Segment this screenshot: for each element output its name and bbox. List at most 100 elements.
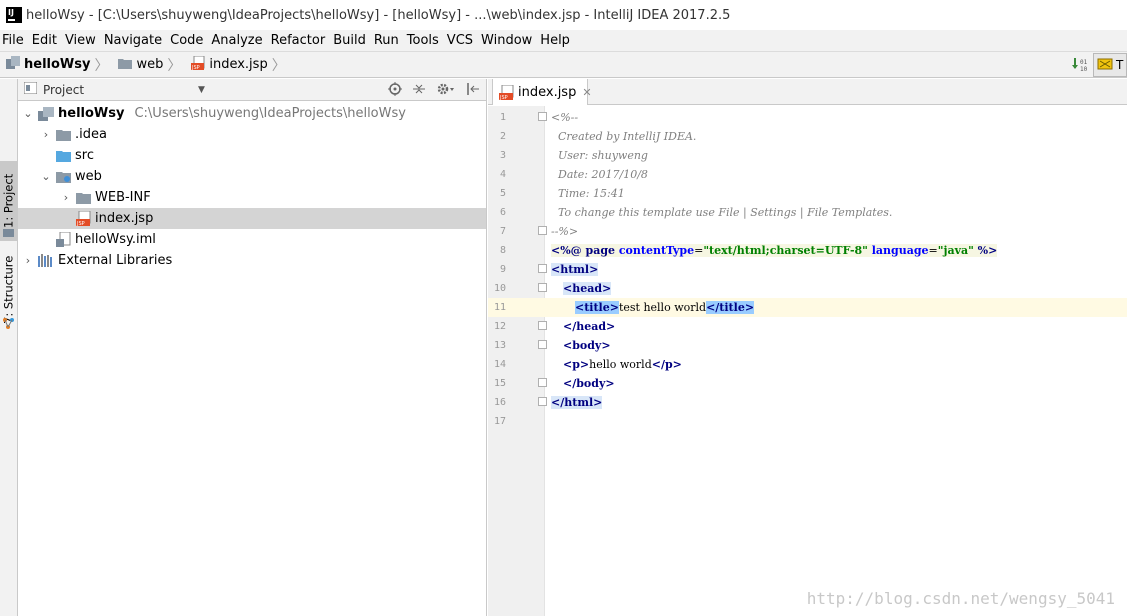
tree-node-label: index.jsp <box>95 211 154 226</box>
text-content: hello world <box>589 358 652 371</box>
collapse-all-icon[interactable] <box>412 82 426 100</box>
tree-node-label: WEB-INF <box>95 190 151 205</box>
structure-tab-icon <box>2 317 15 334</box>
gutter-line: 17 <box>488 412 545 431</box>
code-line-4: Date: 2017/10/8 <box>545 165 1127 184</box>
line-number: 4 <box>499 169 506 180</box>
iml-file-icon <box>56 232 71 247</box>
menu-navigate[interactable]: Navigate <box>101 33 167 48</box>
breadcrumb-web[interactable]: web 〉 <box>112 55 181 75</box>
breadcrumb-module[interactable]: helloWsy 〉 <box>0 55 108 75</box>
menu-edit[interactable]: Edit <box>29 33 62 48</box>
breadcrumb-file[interactable]: JSP index.jsp 〉 <box>185 55 286 75</box>
dropdown-arrow-icon[interactable]: ▼ <box>198 85 205 95</box>
code-line-15: </body> <box>545 374 1127 393</box>
tree-node-web-inf[interactable]: › WEB-INF <box>18 187 486 208</box>
close-icon[interactable]: ✕ <box>582 86 591 99</box>
svg-text:JSP: JSP <box>191 65 200 70</box>
sort-icon[interactable]: 01 10 <box>1071 56 1089 74</box>
hide-panel-icon[interactable] <box>466 82 480 100</box>
line-number: 5 <box>499 188 506 199</box>
code-line-16: </html> <box>545 393 1127 412</box>
project-tool-window: Project ▼ ⌄ helloWsy C:\Users\shuyweng\I… <box>18 79 487 616</box>
svg-text:01: 01 <box>1080 59 1088 66</box>
tree-node-idea[interactable]: › .idea <box>18 124 486 145</box>
left-tool-stripe: 1: Project 7: Structure <box>0 79 18 616</box>
project-view-icon <box>23 81 38 97</box>
code-editor[interactable]: <%-- Created by IntelliJ IDEA. User: shu… <box>545 106 1127 616</box>
chevron-right-icon[interactable]: › <box>40 128 52 141</box>
tree-node-helloWsy[interactable]: ⌄ helloWsy C:\Users\shuyweng\IdeaProject… <box>18 103 486 124</box>
line-number: 16 <box>493 397 506 408</box>
breadcrumb-label: index.jsp <box>209 57 268 72</box>
menu-tools[interactable]: Tools <box>404 33 444 48</box>
gutter-line: 12 <box>488 317 547 336</box>
gear-icon[interactable] <box>436 82 456 100</box>
html-tag: </body> <box>563 377 615 390</box>
tree-node-label: web <box>75 169 102 184</box>
menu-run[interactable]: Run <box>371 33 404 48</box>
web-folder-icon <box>56 170 71 183</box>
equals-sign: = <box>928 244 938 257</box>
editor-tab-bar: JSP index.jsp ✕ <box>488 79 1127 105</box>
tree-node-label: External Libraries <box>58 253 173 268</box>
menu-file[interactable]: File <box>0 33 29 48</box>
chevron-right-icon[interactable]: › <box>60 191 72 204</box>
chevron-right-icon[interactable]: › <box>22 254 34 267</box>
nav-right-tools: 01 10 T <box>1071 53 1127 77</box>
tree-node-label: helloWsy <box>58 106 125 121</box>
line-number: 6 <box>499 207 506 218</box>
tree-node-label: helloWsy.iml <box>75 232 156 247</box>
tree-node-iml[interactable]: helloWsy.iml <box>18 229 486 250</box>
menu-vcs[interactable]: VCS <box>444 33 478 48</box>
menu-analyze[interactable]: Analyze <box>208 33 267 48</box>
hammer-icon <box>1097 57 1113 74</box>
jsp-file-icon: JSP <box>499 84 514 100</box>
menu-help[interactable]: Help <box>537 33 575 48</box>
line-number: 3 <box>499 150 506 161</box>
editor-gutter: 1 2 3 4 5 6 7 8 9 10 11 12 13 14 15 16 1… <box>488 106 547 616</box>
menu-window[interactable]: Window <box>478 33 537 48</box>
menu-view[interactable]: View <box>62 33 101 48</box>
tree-node-web[interactable]: ⌄ web <box>18 166 486 187</box>
line-number: 2 <box>499 131 506 142</box>
svg-text:JSP: JSP <box>499 95 508 100</box>
editor-tab-index-jsp[interactable]: JSP index.jsp ✕ <box>492 79 592 105</box>
chevron-down-icon[interactable]: ⌄ <box>40 170 52 183</box>
code-line-1: <%-- <box>545 108 1127 127</box>
code-line-14: <p>hello world</p> <box>545 355 1127 374</box>
gutter-line: 6 <box>488 203 545 222</box>
attribute-name: contentType <box>618 244 695 257</box>
watermark-text: http://blog.csdn.net/wengsy_5041 <box>806 589 1115 608</box>
chevron-down-icon[interactable]: ⌄ <box>22 107 34 120</box>
gutter-line: 5 <box>488 184 545 203</box>
gutter-line: 8 <box>488 241 545 260</box>
tree-node-external-libraries[interactable]: › External Libraries <box>18 250 486 271</box>
folder-icon <box>76 191 91 204</box>
run-config-button[interactable]: T <box>1093 53 1127 77</box>
jsp-comment: --%> <box>551 225 579 238</box>
gutter-line: 15 <box>488 374 547 393</box>
tree-node-index-jsp[interactable]: JSP index.jsp <box>18 208 486 229</box>
code-line-3: User: shuyweng <box>545 146 1127 165</box>
gutter-line: 10 <box>488 279 547 298</box>
menu-refactor[interactable]: Refactor <box>268 33 331 48</box>
code-line-2: Created by IntelliJ IDEA. <box>545 127 1127 146</box>
line-number: 12 <box>493 321 506 332</box>
attribute-value: "text/html;charset=UTF-8" <box>703 244 868 257</box>
tool-tab-label: 7: Structure <box>1 255 16 325</box>
menu-build[interactable]: Build <box>330 33 371 48</box>
module-icon <box>38 106 54 121</box>
gutter-line-current: 11 <box>488 298 545 317</box>
project-tab-icon <box>3 227 14 242</box>
locate-file-icon[interactable] <box>388 82 402 100</box>
project-view-selector[interactable]: Project <box>23 81 84 97</box>
html-tag: <head> <box>563 282 612 295</box>
tree-node-src[interactable]: src <box>18 145 486 166</box>
chevron-right-icon: 〉 <box>271 57 286 74</box>
folder-icon <box>118 57 133 73</box>
gutter-line: 2 <box>488 127 545 146</box>
code-line-12: </head> <box>545 317 1127 336</box>
menu-code[interactable]: Code <box>167 33 208 48</box>
